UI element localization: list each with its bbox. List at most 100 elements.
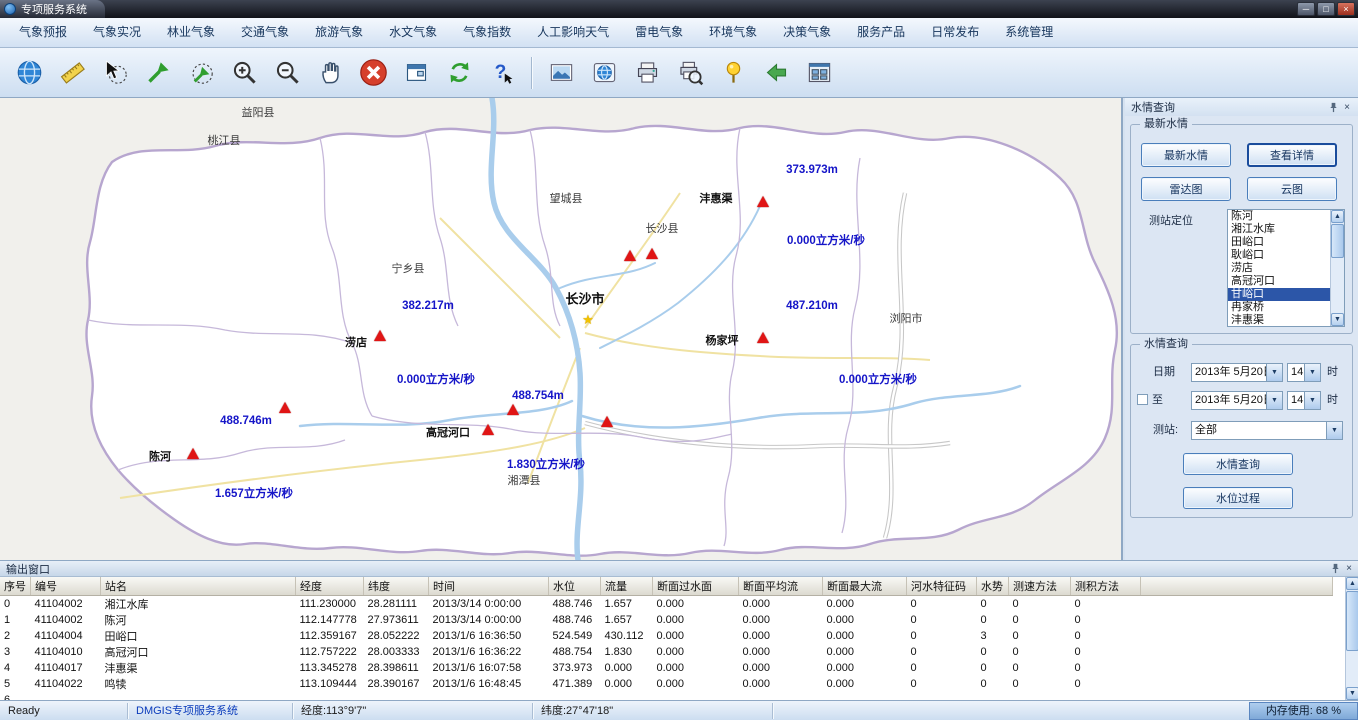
column-header[interactable]: 纬度 [364, 577, 429, 595]
menu-item-7[interactable]: 气象指数 [450, 18, 524, 47]
zoom-in-icon[interactable] [227, 56, 261, 90]
menu-item-2[interactable]: 气象实况 [80, 18, 154, 47]
minimize-button[interactable]: ─ [1297, 2, 1315, 16]
date-to-combo[interactable]: 2013年 5月20日▼ [1191, 391, 1283, 410]
to-date-checkbox[interactable] [1137, 394, 1148, 405]
help-icon[interactable]: ? [485, 56, 519, 90]
menu-item-9[interactable]: 雷电气象 [622, 18, 696, 47]
print-preview-icon[interactable] [673, 56, 707, 90]
column-header[interactable]: 河水特征码 [907, 577, 977, 595]
menu-item-1[interactable]: 气象预报 [6, 18, 80, 47]
hour-to-combo[interactable]: 14▼ [1287, 391, 1321, 410]
globe-icon[interactable] [12, 56, 46, 90]
column-header[interactable]: 断面最大流 [823, 577, 907, 595]
column-header[interactable]: 流量 [601, 577, 653, 595]
station-marker-icon[interactable] [374, 330, 386, 341]
zoom-out-icon[interactable] [270, 56, 304, 90]
menu-item-10[interactable]: 环境气象 [696, 18, 770, 47]
refresh-icon[interactable] [442, 56, 476, 90]
fullscreen-icon[interactable] [802, 56, 836, 90]
station-list-item[interactable]: 高冠河口 [1228, 275, 1330, 288]
cloud-image-button[interactable]: 云图 [1247, 177, 1337, 201]
station-marker-icon[interactable] [507, 404, 519, 415]
station-marker-icon[interactable] [601, 416, 613, 427]
station-list-item[interactable]: 冉家桥 [1228, 301, 1330, 314]
globe-image-icon[interactable] [587, 56, 621, 90]
menu-item-12[interactable]: 服务产品 [844, 18, 918, 47]
station-marker-icon[interactable] [482, 424, 494, 435]
table-row[interactable]: 241104004田峪口112.35916728.0522222013/1/6 … [0, 628, 1333, 644]
column-header[interactable]: 断面平均流 [739, 577, 823, 595]
station-marker-icon[interactable] [279, 402, 291, 413]
close-button[interactable]: × [1337, 2, 1355, 16]
table-row[interactable]: 6 [0, 692, 1333, 701]
scroll-down-icon[interactable]: ▼ [1331, 313, 1344, 326]
menu-item-5[interactable]: 旅游气象 [302, 18, 376, 47]
maximize-button[interactable]: □ [1317, 2, 1335, 16]
scroll-up-icon[interactable]: ▲ [1346, 577, 1358, 590]
pin-icon[interactable] [1328, 562, 1342, 576]
stop-icon[interactable] [356, 56, 390, 90]
menu-item-13[interactable]: 日常发布 [918, 18, 992, 47]
column-header[interactable]: 经度 [296, 577, 364, 595]
station-list-item[interactable]: 甘峪口 [1228, 288, 1330, 301]
marker-icon[interactable] [716, 56, 750, 90]
scrollbar-thumb[interactable] [1331, 224, 1344, 258]
table-row[interactable]: 441104017沣惠渠113.34527828.3986112013/1/6 … [0, 660, 1333, 676]
image-icon[interactable] [544, 56, 578, 90]
chevron-down-icon[interactable]: ▼ [1304, 392, 1320, 409]
chevron-down-icon[interactable]: ▼ [1304, 364, 1320, 381]
water-query-button[interactable]: 水情查询 [1183, 453, 1293, 475]
select-circle-icon[interactable] [184, 56, 218, 90]
radar-chart-button[interactable]: 雷达图 [1141, 177, 1231, 201]
station-marker-icon[interactable] [757, 332, 769, 343]
menu-item-14[interactable]: 系统管理 [992, 18, 1066, 47]
station-list-item[interactable]: 陈河 [1228, 210, 1330, 223]
table-row[interactable]: 341104010高冠河口112.75722228.0033332013/1/6… [0, 644, 1333, 660]
station-list-item[interactable]: 涝店 [1228, 262, 1330, 275]
table-row[interactable]: 541104022鸣犊113.10944428.3901672013/1/6 1… [0, 676, 1333, 692]
map-viewport[interactable]: 益阳县桃江县宁乡县望城县长沙县浏阳市湘潭县长沙市涝店陈河高冠河口杨家坪沣惠渠37… [0, 98, 1123, 560]
print-icon[interactable] [630, 56, 664, 90]
station-marker-icon[interactable] [757, 196, 769, 207]
table-row[interactable]: 141104002陈河112.14777827.9736112013/3/14 … [0, 612, 1333, 628]
measure-icon[interactable] [55, 56, 89, 90]
station-list-item[interactable]: 湘江水库 [1228, 223, 1330, 236]
station-list-item[interactable]: 沣惠渠 [1228, 314, 1330, 326]
chevron-down-icon[interactable]: ▼ [1266, 392, 1282, 409]
back-icon[interactable] [759, 56, 793, 90]
select-lasso-icon[interactable] [98, 56, 132, 90]
menu-item-4[interactable]: 交通气象 [228, 18, 302, 47]
menu-item-11[interactable]: 决策气象 [770, 18, 844, 47]
column-header[interactable]: 水位 [549, 577, 601, 595]
station-marker-icon[interactable] [624, 250, 636, 261]
column-header[interactable]: 测速方法 [1009, 577, 1071, 595]
chevron-down-icon[interactable]: ▼ [1326, 422, 1342, 439]
pan-arrow-icon[interactable] [141, 56, 175, 90]
column-header[interactable]: 测积方法 [1071, 577, 1141, 595]
menu-item-6[interactable]: 水文气象 [376, 18, 450, 47]
scroll-down-icon[interactable]: ▼ [1346, 687, 1358, 700]
close-output-icon[interactable]: × [1342, 562, 1356, 576]
latest-water-button[interactable]: 最新水情 [1141, 143, 1231, 167]
chevron-down-icon[interactable]: ▼ [1266, 364, 1282, 381]
pin-icon[interactable] [1326, 100, 1340, 114]
column-header[interactable]: 编号 [31, 577, 101, 595]
station-marker-icon[interactable] [646, 248, 658, 259]
pan-hand-icon[interactable] [313, 56, 347, 90]
menu-item-8[interactable]: 人工影响天气 [524, 18, 622, 47]
hour-from-combo[interactable]: 14▼ [1287, 363, 1321, 382]
scrollbar-thumb[interactable] [1346, 591, 1358, 651]
scroll-up-icon[interactable]: ▲ [1331, 210, 1344, 223]
water-level-process-button[interactable]: 水位过程 [1183, 487, 1293, 509]
date-from-combo[interactable]: 2013年 5月20日▼ [1191, 363, 1283, 382]
output-scrollbar[interactable]: ▲ ▼ [1345, 577, 1358, 700]
column-header[interactable]: 序号 [0, 577, 31, 595]
table-row[interactable]: 041104002湘江水库111.23000028.2811112013/3/1… [0, 595, 1333, 612]
view-details-button[interactable]: 查看详情 [1247, 143, 1337, 167]
station-list-item[interactable]: 耿峪口 [1228, 249, 1330, 262]
menu-item-3[interactable]: 林业气象 [154, 18, 228, 47]
window-icon[interactable] [399, 56, 433, 90]
column-header[interactable]: 断面过水面 [653, 577, 739, 595]
station-combo[interactable]: 全部▼ [1191, 421, 1343, 440]
